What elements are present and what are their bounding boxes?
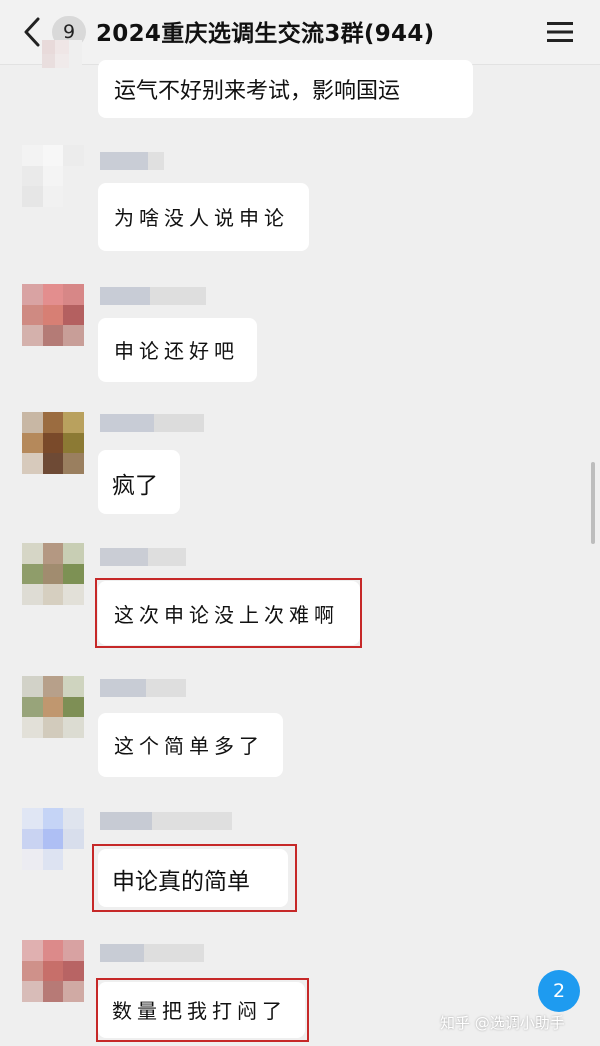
message-bubble[interactable]: 疯了 bbox=[98, 450, 180, 514]
avatar[interactable] bbox=[22, 284, 84, 346]
message-text: 运气不好别来考试，影响国运 bbox=[114, 79, 401, 104]
avatar[interactable] bbox=[22, 676, 84, 738]
sender-name bbox=[100, 548, 186, 566]
avatar[interactable] bbox=[22, 412, 84, 474]
chat-title: 2024重庆选调生交流3群(944) bbox=[96, 21, 435, 47]
sender-name bbox=[100, 414, 204, 432]
message-bubble[interactable]: 运气不好别来考试，影响国运 bbox=[98, 60, 473, 118]
back-icon[interactable] bbox=[22, 16, 42, 48]
message-text: 申论还好吧 bbox=[114, 339, 239, 363]
avatar[interactable] bbox=[22, 543, 84, 605]
avatar[interactable] bbox=[22, 808, 84, 870]
avatar[interactable] bbox=[22, 145, 84, 207]
sender-name bbox=[100, 152, 164, 170]
avatar[interactable] bbox=[42, 40, 82, 82]
highlight-box bbox=[92, 844, 297, 912]
chat-header: 9 2024重庆选调生交流3群(944) bbox=[0, 0, 600, 65]
new-messages-badge[interactable]: 2 bbox=[538, 970, 580, 1012]
message-bubble[interactable]: 申论还好吧 bbox=[98, 318, 257, 382]
sender-name bbox=[100, 287, 206, 305]
message-text: 为啥没人说申论 bbox=[114, 206, 289, 230]
sender-name bbox=[100, 944, 204, 962]
message-text: 疯了 bbox=[112, 473, 158, 499]
sender-name bbox=[100, 812, 232, 830]
message-text: 这个简单多了 bbox=[114, 734, 264, 758]
menu-icon[interactable] bbox=[546, 20, 574, 44]
highlight-box bbox=[96, 978, 309, 1042]
avatar[interactable] bbox=[22, 940, 84, 1002]
message-bubble[interactable]: 为啥没人说申论 bbox=[98, 183, 309, 251]
highlight-box bbox=[95, 578, 362, 648]
watermark: 知乎 @选调小助手 bbox=[440, 1014, 565, 1032]
sender-name bbox=[100, 679, 186, 697]
message-bubble[interactable]: 这个简单多了 bbox=[98, 713, 283, 777]
scrollbar[interactable] bbox=[591, 462, 595, 544]
